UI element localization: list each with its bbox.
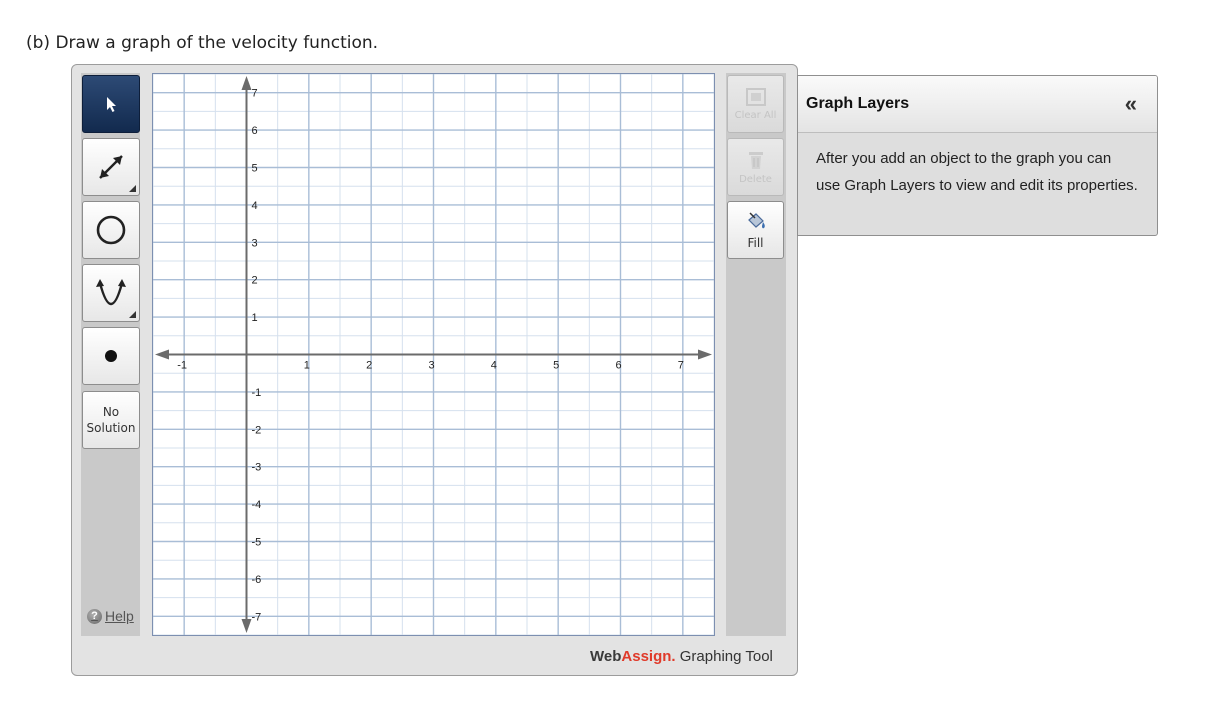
y-axis-bottom-arrow <box>241 619 252 633</box>
y-tick-label: -4 <box>252 499 262 511</box>
webassign-brand: WebAssign. Graphing Tool <box>590 648 773 665</box>
collapse-panel-icon[interactable]: « <box>1125 91 1137 117</box>
y-tick-label: 2 <box>252 275 258 287</box>
y-tick-label: 4 <box>252 200 258 212</box>
help-label: Help <box>105 608 134 624</box>
parabola-tool-button[interactable] <box>82 264 140 322</box>
graph-layers-description: After you add an object to the graph you… <box>816 150 1138 194</box>
y-tick-label: -2 <box>252 424 262 436</box>
y-tick-label: -3 <box>252 462 262 474</box>
double-arrow-line-icon <box>99 155 123 179</box>
graph-layers-header: Graph Layers « <box>798 76 1157 133</box>
clear-all-label: Clear All <box>734 110 777 121</box>
x-axis-right-arrow <box>698 349 712 360</box>
x-tick-label: 6 <box>615 360 621 372</box>
x-tick-label: -1 <box>177 360 187 372</box>
x-tick-label: 4 <box>491 360 497 372</box>
y-axis-top-arrow <box>241 76 252 90</box>
fill-button[interactable]: Fill <box>727 201 784 259</box>
x-axis-left-arrow <box>155 349 169 360</box>
x-tick-label: 7 <box>678 360 684 372</box>
no-solution-label-line2: Solution <box>86 421 136 435</box>
no-solution-label-line1: No <box>102 405 120 419</box>
coordinate-grid[interactable]: -1 1 2 3 4 5 6 7 7 6 5 4 3 2 1 -1 -2 -3 -4 -5 -6 -7 <box>152 73 715 636</box>
y-tick-label: 5 <box>252 163 258 175</box>
y-tick-label: -5 <box>252 537 262 549</box>
x-tick-label: 1 <box>304 360 310 372</box>
delete-button[interactable]: Delete <box>727 138 784 196</box>
x-tick-label: 3 <box>428 360 434 372</box>
point-tool-button[interactable] <box>82 327 140 385</box>
delete-label: Delete <box>739 174 772 185</box>
clear-all-icon <box>745 88 766 106</box>
select-tool-button[interactable] <box>82 75 140 133</box>
graph-layers-panel: Graph Layers « After you add an object t… <box>797 75 1158 236</box>
clear-all-button[interactable]: Clear All <box>727 75 784 133</box>
trash-icon <box>748 152 763 169</box>
graph-layers-title: Graph Layers <box>806 95 910 112</box>
question-text: (b) Draw a graph of the velocity functio… <box>26 33 379 53</box>
y-tick-label: -1 <box>252 387 262 399</box>
graph-canvas[interactable]: -1 1 2 3 4 5 6 7 7 6 5 4 3 2 1 -1 -2 -3 -4 -5 -6 -7 <box>152 73 715 636</box>
x-tick-label: 2 <box>366 360 372 372</box>
y-tick-label: -7 <box>252 611 262 623</box>
y-tick-label: -6 <box>252 574 262 586</box>
no-solution-button[interactable]: No Solution <box>82 391 140 449</box>
y-tick-label: 1 <box>252 312 258 324</box>
y-tick-label: 6 <box>252 125 258 137</box>
submenu-indicator-icon <box>129 311 136 318</box>
circle-tool-button[interactable] <box>82 201 140 259</box>
help-icon: ? <box>87 608 102 624</box>
parabola-icon <box>96 279 126 305</box>
line-tool-button[interactable] <box>82 138 140 196</box>
circle-icon <box>96 215 126 245</box>
y-tick-label: 7 <box>252 88 258 100</box>
paint-bucket-icon <box>747 211 765 228</box>
submenu-indicator-icon <box>129 185 136 192</box>
x-tick-label: 5 <box>553 360 559 372</box>
help-link[interactable]: ? Help <box>87 608 134 624</box>
dot-icon <box>105 350 117 362</box>
y-tick-label: 3 <box>252 237 258 249</box>
fill-label: Fill <box>747 235 764 250</box>
arrow-pointer-icon <box>107 97 116 112</box>
